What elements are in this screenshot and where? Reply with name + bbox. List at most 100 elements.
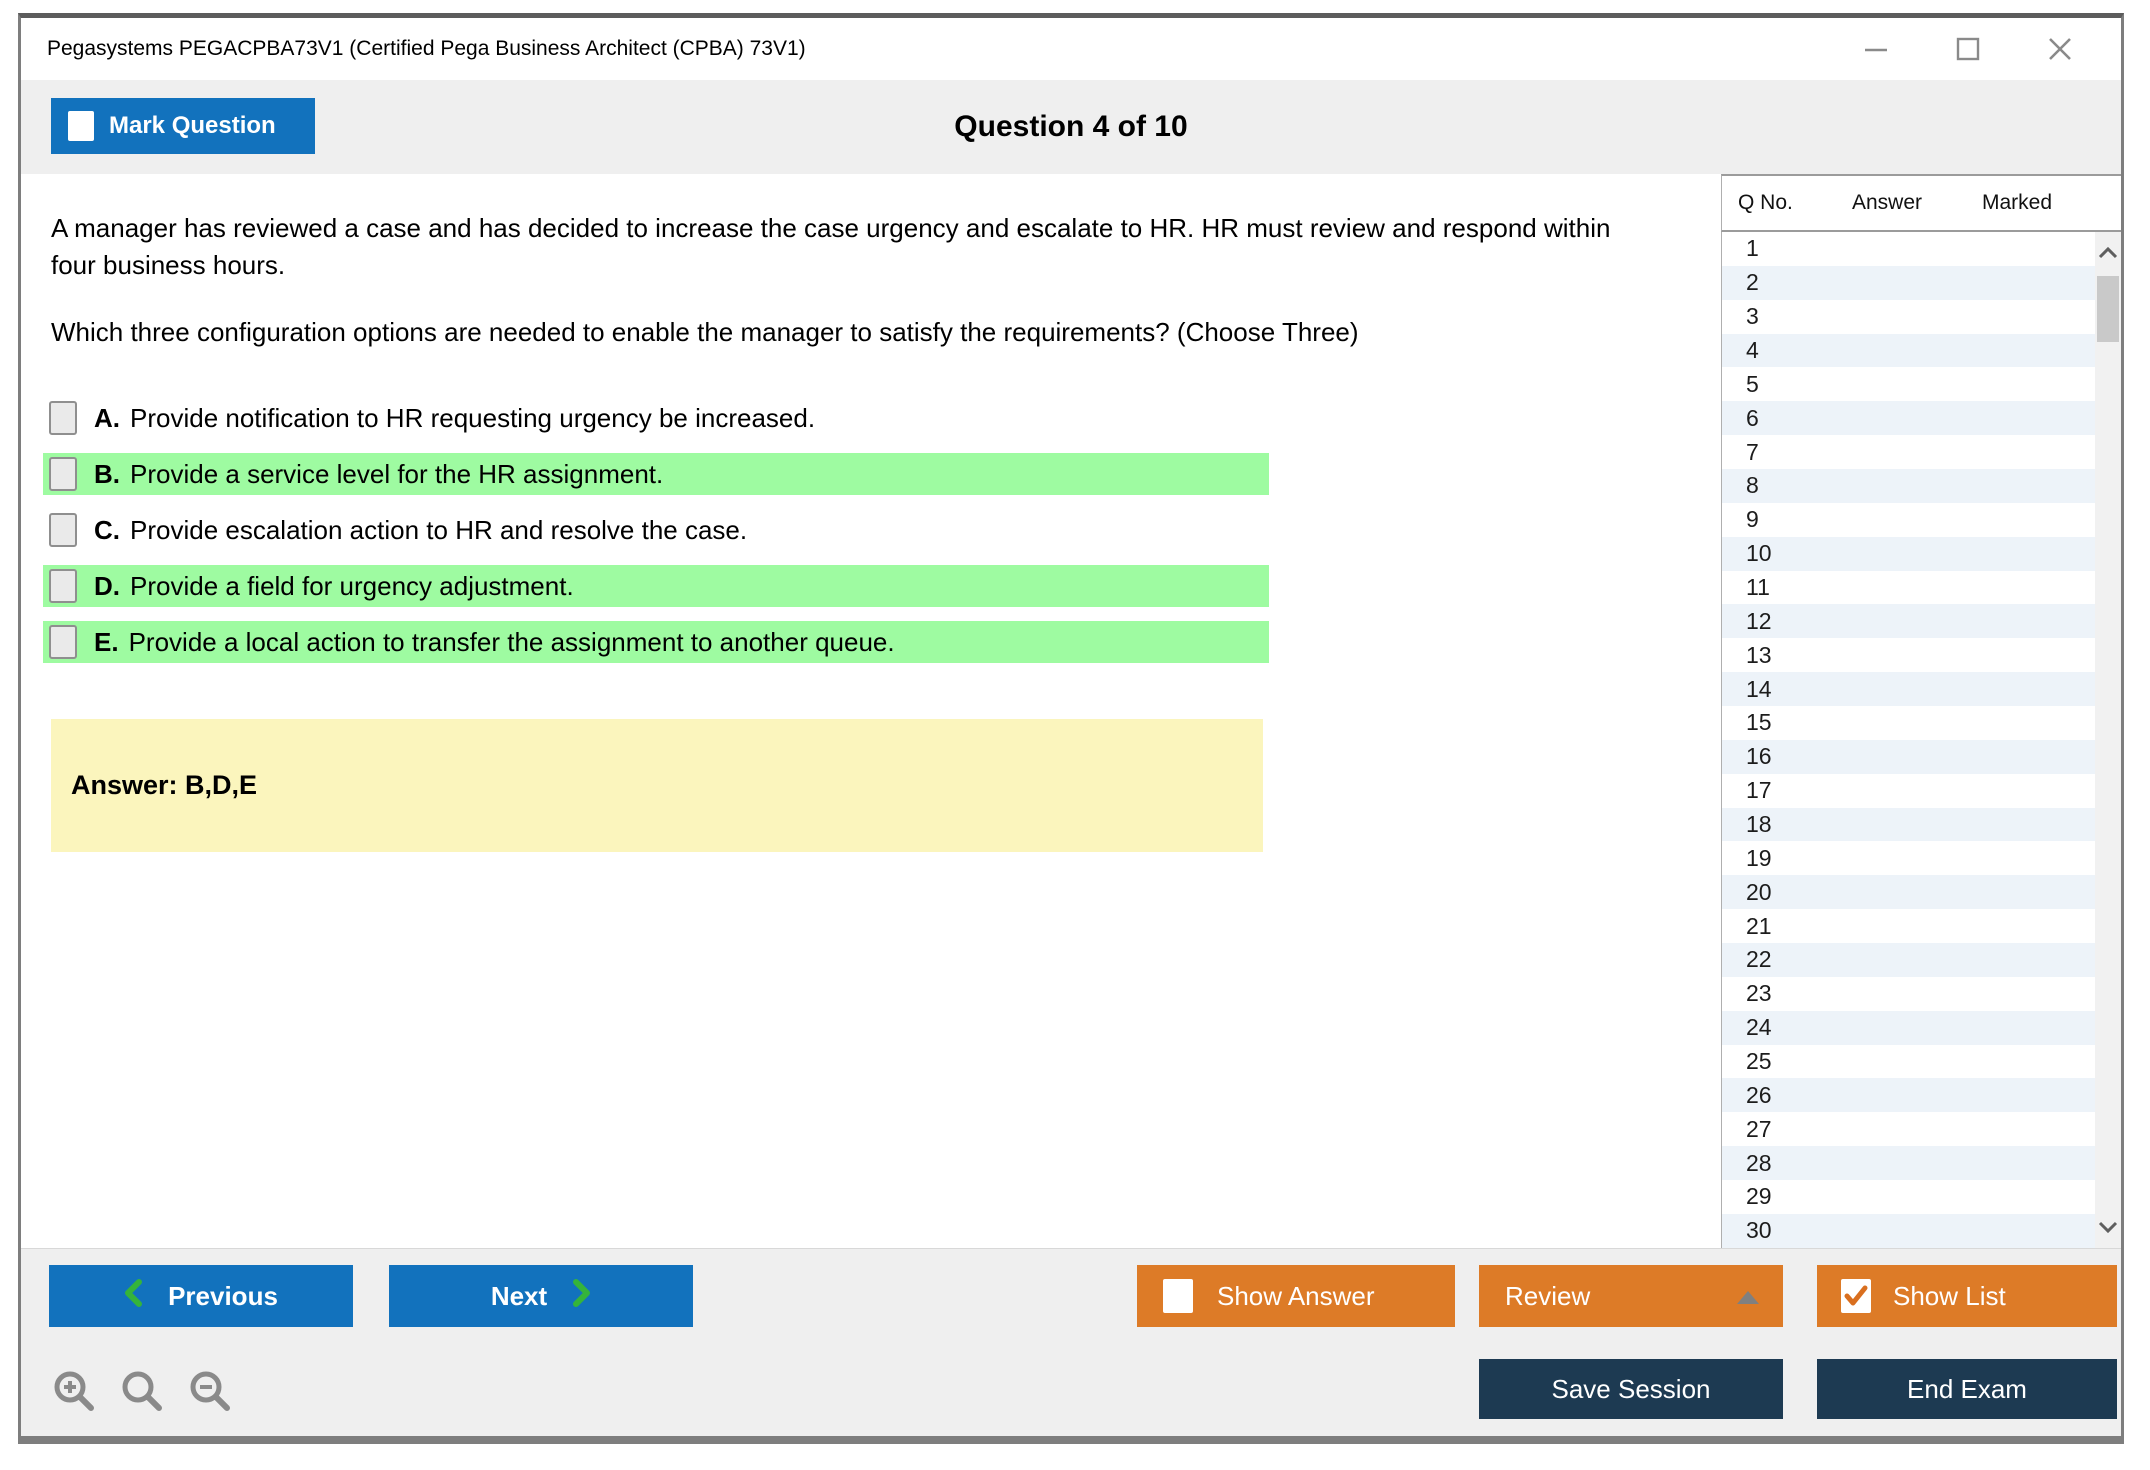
cell-qno: 8 — [1746, 472, 1759, 499]
cell-qno: 21 — [1746, 912, 1772, 939]
table-row[interactable]: 6 — [1722, 401, 2095, 436]
maximize-icon[interactable] — [1951, 32, 1985, 66]
content-area: A manager has reviewed a case and has de… — [21, 174, 2121, 1248]
table-row[interactable]: 18 — [1722, 807, 2095, 842]
options-list: A. Provide notification to HR requesting … — [43, 397, 1707, 663]
table-row[interactable]: 29 — [1722, 1180, 2095, 1214]
header-strip: Mark Question Question 4 of 10 — [21, 80, 2121, 174]
option-text: Provide notification to HR requesting ur… — [130, 402, 816, 433]
question-table-header: Q No. Answer Marked — [1721, 174, 2121, 232]
table-row[interactable]: 8 — [1722, 469, 2095, 503]
cell-qno: 23 — [1746, 980, 1772, 1007]
next-label: Next — [490, 1280, 548, 1311]
mark-question-checkbox[interactable] — [68, 111, 94, 141]
table-row[interactable]: 30 — [1722, 1213, 2095, 1248]
table-row[interactable]: 22 — [1722, 943, 2095, 977]
review-label: Review — [1505, 1280, 1591, 1311]
option-row[interactable]: B. Provide a service level for the HR ass… — [43, 453, 1269, 495]
table-row[interactable]: 27 — [1722, 1112, 2095, 1146]
cell-qno: 4 — [1746, 337, 1759, 363]
cell-qno: 17 — [1746, 777, 1772, 804]
option-checkbox[interactable] — [49, 401, 77, 435]
table-row[interactable]: 5 — [1722, 367, 2095, 401]
column-header-answer: Answer — [1852, 191, 1923, 214]
zoom-controls — [51, 1369, 233, 1415]
cell-qno: 20 — [1746, 878, 1772, 905]
table-row[interactable]: 13 — [1722, 638, 2095, 672]
show-list-label: Show List — [1893, 1280, 2006, 1311]
table-row[interactable]: 14 — [1722, 672, 2095, 707]
cell-qno: 1 — [1746, 235, 1759, 262]
table-row[interactable]: 9 — [1722, 503, 2095, 537]
table-row[interactable]: 3 — [1722, 300, 2095, 334]
show-answer-checkbox[interactable] — [1163, 1279, 1193, 1313]
table-row[interactable]: 25 — [1722, 1045, 2095, 1079]
option-text: Provide a field for urgency adjustment. — [130, 570, 574, 601]
table-row[interactable]: 1 — [1722, 232, 2095, 266]
table-row[interactable]: 4 — [1722, 333, 2095, 368]
table-row[interactable]: 11 — [1722, 571, 2095, 605]
table-row[interactable]: 21 — [1722, 909, 2095, 943]
option-checkbox[interactable] — [49, 457, 77, 491]
option-row[interactable]: C. Provide escalation action to HR and re… — [43, 509, 1269, 551]
cell-qno: 9 — [1746, 506, 1759, 533]
option-checkbox[interactable] — [49, 513, 77, 547]
table-scrollbar[interactable] — [2095, 232, 2121, 1248]
window-controls — [1859, 32, 2077, 66]
close-icon[interactable] — [2043, 32, 2077, 66]
chevron-right-icon — [573, 1278, 591, 1314]
scroll-down-icon[interactable] — [2095, 1212, 2121, 1242]
question-table-rows: 1 2 3 4 5 6 7 8 9 10 11 12 13 14 15 16 17 18 19 20 21 22 23 24 2… — [1722, 232, 2095, 1248]
cell-qno: 25 — [1746, 1048, 1772, 1075]
answer-box: Answer: B,D,E — [51, 719, 1263, 852]
title-bar: Pegasystems PEGACPBA73V1 (Certified Pega… — [21, 18, 2121, 80]
table-row[interactable]: 17 — [1722, 774, 2095, 808]
table-row[interactable]: 16 — [1722, 739, 2095, 774]
table-row[interactable]: 19 — [1722, 841, 2095, 875]
save-session-button[interactable]: Save Session — [1479, 1359, 1783, 1419]
answer-label: Answer: B,D,E — [71, 770, 258, 800]
cell-qno: 11 — [1746, 574, 1770, 601]
triangle-up-icon — [1737, 1291, 1759, 1304]
table-row[interactable]: 2 — [1722, 265, 2095, 300]
minimize-icon[interactable] — [1859, 32, 1893, 66]
table-row[interactable]: 12 — [1722, 604, 2095, 639]
app-window: Pegasystems PEGACPBA73V1 (Certified Pega… — [18, 13, 2124, 1444]
option-letter: D. — [94, 570, 120, 601]
option-row[interactable]: E. Provide a local action to transfer the… — [43, 621, 1269, 663]
table-row[interactable]: 20 — [1722, 875, 2095, 910]
table-row[interactable]: 23 — [1722, 977, 2095, 1011]
table-row[interactable]: 24 — [1722, 1010, 2095, 1045]
option-letter: A. — [94, 402, 120, 433]
zoom-reset-icon[interactable] — [119, 1369, 165, 1415]
column-header-qno: Q No. — [1738, 191, 1793, 214]
cell-qno: 18 — [1746, 811, 1772, 838]
table-row[interactable]: 7 — [1722, 435, 2095, 469]
show-list-checkbox[interactable] — [1841, 1279, 1871, 1313]
zoom-in-icon[interactable] — [51, 1369, 97, 1415]
table-row[interactable]: 26 — [1722, 1078, 2095, 1113]
mark-question-button[interactable]: Mark Question — [51, 98, 315, 154]
table-row[interactable]: 15 — [1722, 706, 2095, 740]
cell-qno: 27 — [1746, 1115, 1772, 1142]
end-exam-button[interactable]: End Exam — [1817, 1359, 2117, 1419]
option-checkbox[interactable] — [49, 569, 77, 603]
cell-qno: 24 — [1746, 1014, 1772, 1041]
show-list-button[interactable]: Show List — [1817, 1265, 2117, 1327]
previous-button[interactable]: Previous — [49, 1265, 353, 1327]
table-row[interactable]: 28 — [1722, 1146, 2095, 1181]
cell-qno: 10 — [1746, 540, 1772, 567]
scroll-up-icon[interactable] — [2095, 238, 2121, 268]
option-text: Provide a local action to transfer the a… — [128, 626, 895, 657]
column-header-marked: Marked — [1982, 191, 2053, 214]
review-button[interactable]: Review — [1479, 1265, 1783, 1327]
zoom-out-icon[interactable] — [187, 1369, 233, 1415]
option-row[interactable]: D. Provide a field for urgency adjustment… — [43, 565, 1269, 607]
option-checkbox[interactable] — [49, 625, 77, 659]
next-button[interactable]: Next — [389, 1265, 693, 1327]
table-row[interactable]: 10 — [1722, 536, 2095, 571]
scrollbar-thumb[interactable] — [2097, 276, 2119, 342]
show-answer-button[interactable]: Show Answer — [1137, 1265, 1455, 1327]
option-letter: E. — [94, 626, 119, 657]
option-row[interactable]: A. Provide notification to HR requesting … — [43, 397, 1269, 439]
